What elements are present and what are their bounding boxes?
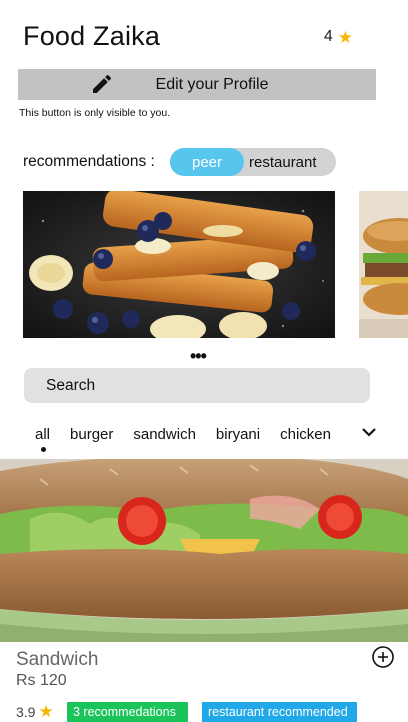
category-sandwich[interactable]: sandwich <box>133 426 196 443</box>
category-biryani[interactable]: biryani <box>216 426 260 443</box>
category-tabs: all burger sandwich biryani chicken <box>35 422 351 452</box>
search-input[interactable] <box>24 368 370 403</box>
category-all[interactable]: all <box>35 426 50 452</box>
food-item-price: Rs 120 <box>16 672 67 689</box>
carousel-card-burger[interactable] <box>359 191 408 338</box>
food-item-name: Sandwich <box>16 649 99 670</box>
recommendations-label: recommendations : <box>23 153 155 170</box>
sandwich-image <box>0 459 408 642</box>
recommendation-source-toggle[interactable]: peer restaurant <box>170 148 336 176</box>
category-burger[interactable]: burger <box>70 426 113 443</box>
star-icon: ★ <box>38 702 54 721</box>
recommendations-carousel[interactable] <box>0 191 408 339</box>
toggle-option-peer[interactable]: peer <box>170 148 244 176</box>
recommendations-row: recommendations : <box>23 147 155 177</box>
food-item-image[interactable] <box>0 459 408 642</box>
food-item-rating: 3.9 ★ <box>16 703 54 720</box>
french-toast-image <box>23 191 335 338</box>
edit-profile-label: Edit your Profile <box>155 75 269 93</box>
food-item-rating-value: 3.9 <box>16 703 36 720</box>
recommendations-count-badge: 3 recommedations <box>67 702 188 722</box>
user-rating: 4 ★ <box>324 28 353 46</box>
star-icon: ★ <box>337 27 353 47</box>
app-header: Food Zaika 4 ★ <box>0 0 408 66</box>
toggle-option-restaurant[interactable]: restaurant <box>244 148 317 176</box>
plus-circle-icon[interactable] <box>372 646 394 668</box>
restaurant-recommended-badge: restaurant recommended <box>202 702 357 722</box>
burger-image <box>359 191 408 338</box>
more-options-dots[interactable]: ••• <box>190 346 207 367</box>
carousel-card-french-toast[interactable] <box>23 191 335 338</box>
edit-profile-button[interactable]: Edit your Profile <box>18 69 376 100</box>
app-title: Food Zaika <box>23 21 161 51</box>
visibility-note: This button is only visible to you. <box>19 107 171 119</box>
user-rating-value: 4 <box>323 28 333 45</box>
chevron-down-icon[interactable] <box>361 424 377 440</box>
category-chicken[interactable]: chicken <box>280 426 331 443</box>
pencil-icon <box>93 74 112 93</box>
